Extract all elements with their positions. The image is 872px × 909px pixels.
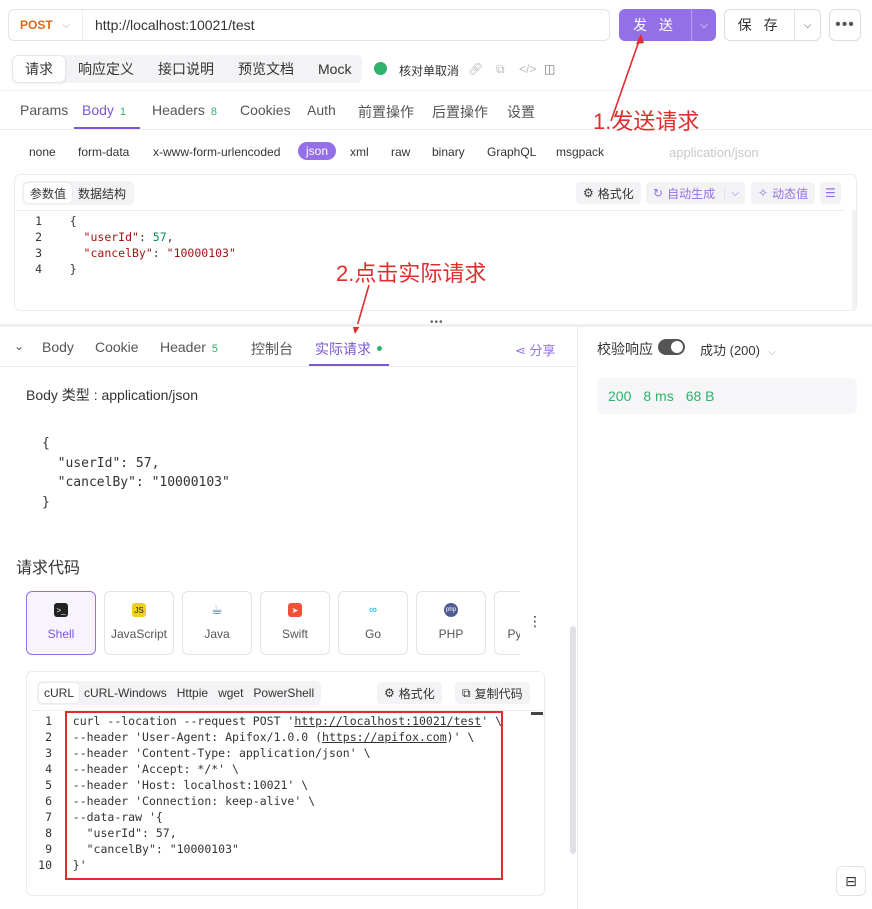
php-icon: php xyxy=(444,603,458,617)
collapse-chevron-icon[interactable]: ⌄ xyxy=(14,339,24,353)
code-variant-tabs: cURL cURL-Windows Httpie wget PowerShell xyxy=(37,681,322,705)
json-line: "cancelBy": "10000103" xyxy=(42,475,230,490)
divider xyxy=(0,366,577,367)
more-vertical-icon[interactable]: ⋮ xyxy=(528,613,542,630)
status-dot xyxy=(377,345,382,351)
tab-httpie[interactable]: Httpie xyxy=(172,683,213,703)
tab-response-body[interactable]: Body xyxy=(42,339,74,355)
code-line: 3 --header 'Content-Type: application/js… xyxy=(45,746,371,760)
request-code-title: 请求代码 xyxy=(16,560,81,577)
code-line: 6 --header 'Connection: keep-alive' \ xyxy=(45,794,316,808)
lang-shell[interactable]: >_ Shell xyxy=(26,591,96,655)
tab-response-header-label: Header xyxy=(160,339,206,355)
tab-response-cookie[interactable]: Cookie xyxy=(95,339,139,355)
lang-python[interactable]: Py xyxy=(494,591,520,655)
format-icon: ⚙ xyxy=(384,686,395,700)
body-type-label: Body 类型 : application/json xyxy=(26,387,198,403)
tab-response-header[interactable]: Header 5 xyxy=(160,339,218,355)
tab-powershell[interactable]: PowerShell xyxy=(248,683,319,703)
json-line: { xyxy=(42,436,50,451)
copy-code-label: 复制代码 xyxy=(474,686,523,701)
tab-wget[interactable]: wget xyxy=(213,683,248,703)
chevron-down-icon: ⌵ xyxy=(767,347,776,358)
code-line: 7 --data-raw '{ xyxy=(45,810,163,824)
code-line: 8 "userId": 57, xyxy=(45,826,177,840)
validate-response-label: 校验响应 xyxy=(597,341,653,357)
code-format-button[interactable]: ⚙ 格式化 xyxy=(377,682,442,704)
divider xyxy=(32,710,543,711)
pane-divider[interactable] xyxy=(577,327,578,909)
code-line: 5 --header 'Host: localhost:10021' \ xyxy=(45,778,309,792)
terminal-icon: >_ xyxy=(54,603,68,617)
code-line: 9 "cancelBy": "10000103" xyxy=(45,842,239,856)
lang-javascript[interactable]: JS JavaScript xyxy=(104,591,174,655)
javascript-icon: JS xyxy=(132,603,146,617)
tab-curl-windows[interactable]: cURL-Windows xyxy=(79,683,172,703)
code-line: 4 --header 'Accept: */*' \ xyxy=(45,762,239,776)
lang-swift[interactable]: ➤ Swift xyxy=(260,591,330,655)
response-size: 68 B xyxy=(685,388,715,404)
go-icon: ∞ xyxy=(369,604,377,616)
status-select[interactable]: 成功 (200) ⌵ xyxy=(700,340,776,359)
json-line: } xyxy=(42,494,50,510)
header-count-badge: 5 xyxy=(211,343,219,355)
response-stats: 200 8 ms 68 B xyxy=(597,378,857,414)
swift-icon: ➤ xyxy=(288,603,302,617)
java-icon: ☕︎ xyxy=(211,602,223,617)
share-icon: ⋖ xyxy=(515,343,530,358)
code-scrollbar[interactable] xyxy=(531,712,543,715)
copy-icon: ⧉ xyxy=(462,685,471,700)
toggle-knob xyxy=(671,341,683,353)
code-format-label: 格式化 xyxy=(398,686,435,701)
json-line: "userId": 57, xyxy=(42,455,160,471)
validate-response-toggle[interactable] xyxy=(658,339,685,355)
status-select-value: 成功 (200) xyxy=(700,343,760,358)
status-code: 200 xyxy=(608,388,632,404)
code-line: 1 curl --location --request POST 'http:/… xyxy=(45,714,503,728)
share-button[interactable]: ⋖ 分享 xyxy=(515,340,556,359)
curl-code[interactable]: 1 curl --location --request POST 'http:/… xyxy=(26,713,502,873)
lang-php[interactable]: php PHP xyxy=(416,591,486,655)
layout-toggle-icon[interactable]: ⊟ xyxy=(836,866,866,896)
tab-actual-request-label: 实际请求 xyxy=(315,341,371,357)
actual-body-json: { "userId": 57, "cancelBy": "10000103" } xyxy=(42,434,230,512)
response-time: 8 ms xyxy=(643,388,674,404)
tab-curl[interactable]: cURL xyxy=(39,683,80,703)
lang-java[interactable]: ☕︎ Java xyxy=(182,591,252,655)
python-icon xyxy=(501,603,515,617)
drag-handle-icon[interactable]: ••• xyxy=(430,317,444,328)
lang-go[interactable]: ∞ Go xyxy=(338,591,408,655)
tab-console[interactable]: 控制台 xyxy=(251,339,293,359)
tab-actual-request[interactable]: 实际请求 xyxy=(315,339,382,359)
panel-scrollbar[interactable] xyxy=(570,626,576,854)
code-line: 2 --header 'User-Agent: Apifox/1.0.0 (ht… xyxy=(45,730,475,744)
copy-code-button[interactable]: ⧉ 复制代码 xyxy=(455,682,530,704)
share-label: 分享 xyxy=(529,343,556,358)
code-line: 10 }' xyxy=(38,858,87,872)
